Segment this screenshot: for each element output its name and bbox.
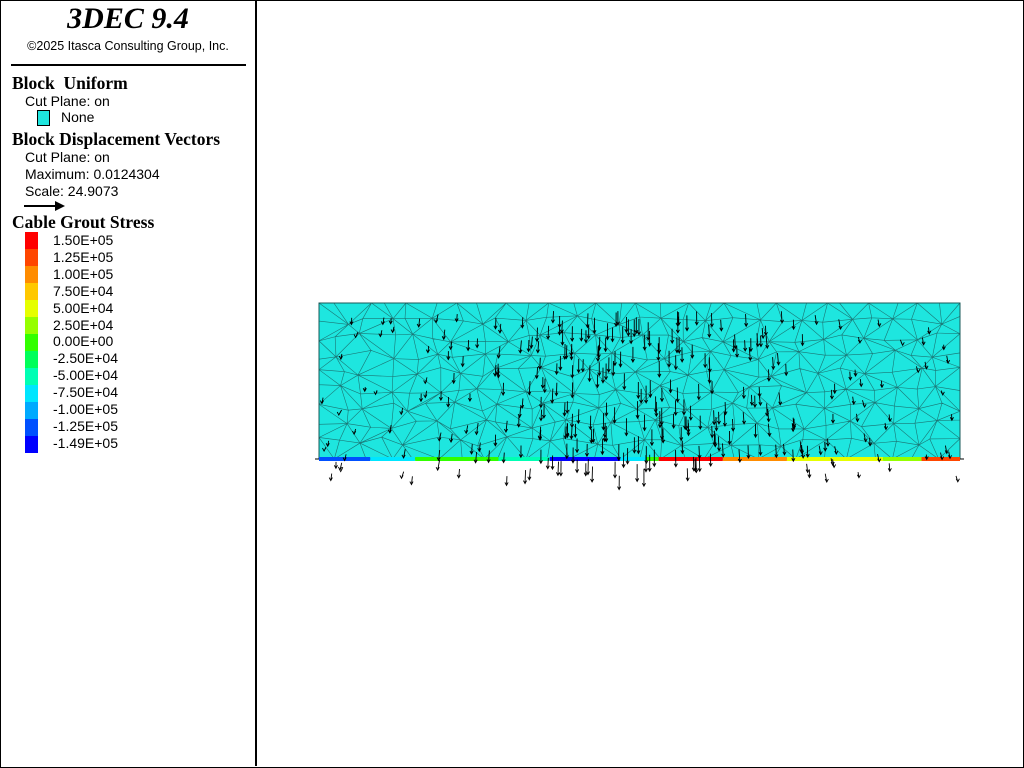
colorbar-swatch xyxy=(25,232,38,249)
colorbar-label: 1.00E+05 xyxy=(53,265,114,282)
block-region xyxy=(318,302,961,460)
colorbar-label: 0.00E+00 xyxy=(53,333,114,350)
cable-segment xyxy=(370,457,416,461)
colorbar-swatch xyxy=(25,300,38,317)
cable-grout-stress-colorbar xyxy=(25,232,38,453)
arrow-right-icon xyxy=(24,201,65,211)
colorbar-label: 1.25E+05 xyxy=(53,248,114,265)
cable-segment xyxy=(415,457,499,461)
model-plot xyxy=(315,302,964,491)
colorbar-label: 1.50E+05 xyxy=(53,232,114,248)
colorbar-swatch xyxy=(25,249,38,266)
block-uniform-cut-plane: Cut Plane: on xyxy=(25,93,110,109)
colorbar-label: -5.00E+04 xyxy=(53,367,118,384)
cable-segment xyxy=(645,457,659,461)
colorbar-swatch xyxy=(25,402,38,419)
cable-grout-stress-heading: Cable Grout Stress xyxy=(12,212,155,232)
colorbar-swatch xyxy=(25,385,38,402)
colorbar-swatch xyxy=(25,436,38,453)
cable-segment xyxy=(722,457,787,461)
colorbar-label: -2.50E+04 xyxy=(53,350,118,367)
colorbar-swatch xyxy=(25,368,38,385)
colorbar-label: -7.50E+04 xyxy=(53,384,118,401)
colorbar-swatch xyxy=(25,266,38,283)
colorbar-label: 2.50E+04 xyxy=(53,316,114,333)
displacement-vectors-cut-plane: Cut Plane: on xyxy=(25,149,110,165)
colorbar-swatch xyxy=(25,283,38,300)
cable-segment xyxy=(658,457,723,461)
title-divider xyxy=(11,64,246,66)
cable-segment xyxy=(549,457,621,461)
displacement-vectors-heading: Block Displacement Vectors xyxy=(12,129,221,149)
block-uniform-heading: Block Uniform xyxy=(12,73,128,93)
cable-segment xyxy=(786,457,884,461)
colorbar-swatch xyxy=(25,351,38,368)
colorbar-label: -1.49E+05 xyxy=(53,434,118,451)
colorbar-swatch xyxy=(25,334,38,351)
cable-segment xyxy=(620,457,646,461)
cable-element xyxy=(315,457,964,461)
block-uniform-swatch-label: None xyxy=(61,109,95,125)
displacement-vectors-scale: Scale: 24.9073 xyxy=(25,183,119,199)
legend-panel: 3DEC 9.4 ©2025 Itasca Consulting Group, … xyxy=(1,1,257,766)
model-viewport[interactable] xyxy=(257,1,1022,766)
colorbar-label: 7.50E+04 xyxy=(53,282,114,299)
colorbar-label: -1.25E+05 xyxy=(53,417,118,434)
app-title: 3DEC 9.4 xyxy=(67,2,189,35)
block-rect xyxy=(318,302,961,460)
colorbar-label: -1.00E+05 xyxy=(53,401,118,417)
cable-segment xyxy=(883,457,922,461)
colorbar-swatch xyxy=(25,317,38,334)
copyright-text: ©2025 Itasca Consulting Group, Inc. xyxy=(27,39,229,53)
colorbar-label: 5.00E+04 xyxy=(53,299,114,316)
block-uniform-swatch xyxy=(37,110,50,126)
colorbar-swatch xyxy=(25,419,38,436)
displacement-vectors-maximum: Maximum: 0.0124304 xyxy=(25,166,160,182)
